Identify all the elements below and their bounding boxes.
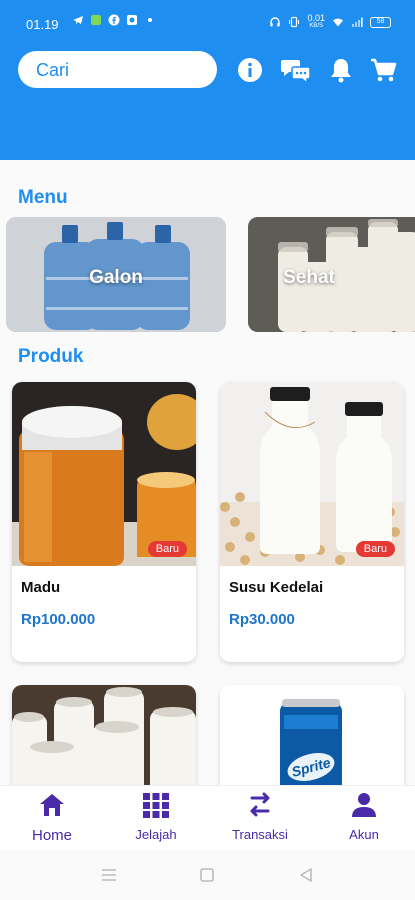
menu-card-sehat[interactable]: Sehat [248, 217, 415, 332]
soy-milk-image [220, 382, 404, 566]
recent-apps-icon[interactable] [100, 868, 118, 882]
product-card-milk-bottles[interactable] [12, 685, 196, 785]
product-price: Rp100.000 [21, 611, 96, 628]
product-card-sprite[interactable]: Sprite [220, 685, 404, 785]
nav-item-jelajah[interactable]: Jelajah [104, 792, 208, 842]
product-price: Rp30.000 [229, 611, 295, 628]
search-placeholder: Cari [36, 60, 70, 80]
product-name: Susu Kedelai [229, 579, 324, 596]
battery-icon: 58 [370, 16, 391, 28]
menu-section-title: Menu [18, 187, 68, 208]
product-image [220, 382, 404, 566]
notification-icons [72, 14, 156, 26]
sprite-can-image: Sprite [220, 685, 404, 785]
network-speed-value: 0.01 [307, 13, 325, 23]
grid-icon [143, 793, 169, 818]
app-screen: 01.19 0.01 KB/S 58 Cari Menu Galon Sehat… [0, 0, 415, 900]
main-content[interactable]: Menu Galon Sehat Produk Baru Madu Rp100.… [0, 160, 415, 785]
product-card-susu-kedelai[interactable]: Baru Susu Kedelai Rp30.000 [220, 382, 404, 662]
app-header: 01.19 0.01 KB/S 58 Cari [0, 0, 415, 160]
product-image [12, 382, 196, 566]
home-square-icon[interactable] [199, 867, 215, 883]
nav-label: Transaksi [232, 827, 288, 842]
menu-card-label: Sehat [283, 267, 335, 288]
system-navigation-bar [0, 850, 415, 900]
app-icon [91, 15, 101, 25]
search-input[interactable]: Cari [18, 51, 217, 88]
nav-item-home[interactable]: Home [0, 792, 104, 844]
nav-item-akun[interactable]: Akun [312, 792, 415, 842]
nav-label: Jelajah [135, 827, 177, 842]
signal-icon [352, 17, 363, 27]
network-speed-unit: KB/S [309, 23, 324, 29]
facebook-icon [108, 14, 120, 26]
produk-section-title: Produk [18, 346, 84, 367]
menu-card-galon[interactable]: Galon [6, 217, 226, 332]
camera-app-icon [127, 15, 137, 25]
back-icon[interactable] [298, 867, 314, 883]
bell-icon[interactable] [327, 56, 355, 84]
nav-label: Home [31, 827, 72, 844]
system-status-icons: 0.01 KB/S 58 [269, 14, 391, 30]
product-card-madu[interactable]: Baru Madu Rp100.000 [12, 382, 196, 662]
cart-icon[interactable] [369, 56, 397, 84]
battery-level: 58 [376, 17, 385, 25]
chat-icon[interactable] [280, 56, 312, 84]
milk-bottles-image [12, 685, 196, 785]
nav-label: Akun [349, 827, 379, 842]
status-time: 01.19 [26, 17, 59, 32]
account-icon [352, 793, 376, 817]
bottom-navigation: Home Jelajah Transaksi Akun [0, 785, 415, 850]
product-name: Madu [21, 579, 61, 596]
info-icon[interactable] [236, 56, 264, 84]
headset-icon [270, 17, 281, 27]
new-badge: Baru [147, 541, 187, 557]
more-dot-icon [148, 18, 152, 22]
menu-card-label: Galon [89, 267, 143, 288]
status-bar: 01.19 0.01 KB/S 58 [0, 0, 415, 48]
honey-jar-image [12, 382, 196, 566]
transfer-icon [250, 792, 270, 817]
wifi-icon [333, 18, 343, 27]
home-icon [40, 794, 64, 816]
nav-item-transaksi[interactable]: Transaksi [208, 792, 312, 842]
vibrate-icon [289, 16, 300, 28]
new-badge: Baru [355, 541, 395, 557]
network-speed: 0.01 KB/S [307, 14, 325, 30]
telegram-icon [73, 16, 83, 24]
